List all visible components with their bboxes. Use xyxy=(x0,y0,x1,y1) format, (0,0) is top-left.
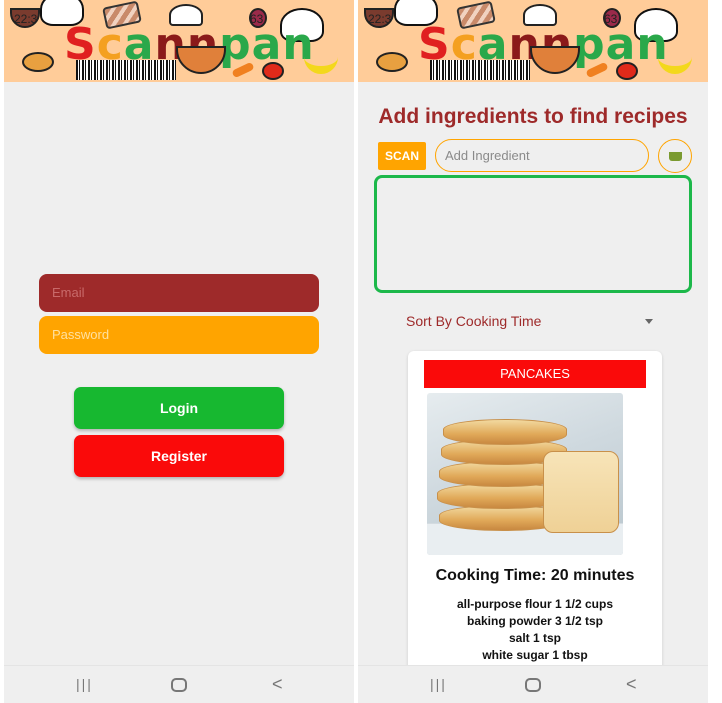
ingredient-list-box[interactable] xyxy=(374,175,692,293)
cooking-time: Cooking Time: 20 minutes xyxy=(435,567,635,584)
roast-chicken-icon xyxy=(376,52,408,72)
page-title: Add ingredients to find recipes xyxy=(378,105,688,128)
barcode-icon xyxy=(76,60,176,80)
system-nav-bar: ||| < xyxy=(358,665,708,703)
recipe-card[interactable]: PANCAKES Cooking Time: 20 minutes all-pu… xyxy=(408,351,662,691)
add-ingredient-button[interactable] xyxy=(658,139,692,173)
home-icon[interactable] xyxy=(525,678,541,692)
tomato-icon xyxy=(616,62,638,80)
back-icon[interactable]: < xyxy=(626,674,637,695)
ingredient-input[interactable]: Add Ingredient xyxy=(435,139,649,172)
app-header-banner: 22:3 63 Scannpan xyxy=(4,0,354,82)
register-button[interactable]: Register xyxy=(74,435,284,477)
recipe-title-button[interactable]: PANCAKES xyxy=(424,360,646,388)
ingredient-item: all-purpose flour 1 1/2 cups xyxy=(456,597,614,611)
email-field[interactable]: Email xyxy=(39,274,319,312)
back-icon[interactable]: < xyxy=(272,674,283,695)
system-nav-bar: ||| < xyxy=(4,665,354,703)
barcode-icon xyxy=(430,60,530,80)
recent-apps-icon[interactable]: ||| xyxy=(76,676,93,692)
app-header-banner: 22:3 63 Scannpan xyxy=(358,0,708,82)
home-icon[interactable] xyxy=(171,678,187,692)
pancake-stack-cut xyxy=(543,451,619,533)
login-button[interactable]: Login xyxy=(74,387,284,429)
status-time: 22:3 xyxy=(368,12,392,26)
recipe-image xyxy=(427,393,623,555)
banana-icon xyxy=(304,56,338,74)
tomato-icon xyxy=(262,62,284,80)
recent-apps-icon[interactable]: ||| xyxy=(430,676,447,692)
scan-button[interactable]: SCAN xyxy=(378,142,426,170)
recipe-search-screen: 22:3 63 Scannpan Add ingredients to find… xyxy=(358,0,708,703)
ingredient-item: white sugar 1 tbsp xyxy=(482,648,588,662)
banana-icon xyxy=(658,56,692,74)
password-field[interactable]: Password xyxy=(39,316,319,354)
basket-icon xyxy=(669,152,682,161)
status-time: 22:3 xyxy=(14,12,38,26)
ingredient-item: baking powder 3 1/2 tsp xyxy=(466,614,604,628)
sort-dropdown[interactable]: Sort By Cooking Time xyxy=(406,313,658,333)
login-screen: 22:3 63 Scannpan Email Password Login Re… xyxy=(4,0,354,703)
screenshot-canvas: 22:3 63 Scannpan Email Password Login Re… xyxy=(0,0,722,703)
pancake xyxy=(443,419,567,445)
dropdown-arrow-icon[interactable] xyxy=(645,319,653,324)
roast-chicken-icon xyxy=(22,52,54,72)
ingredient-item: salt 1 tsp xyxy=(508,631,562,645)
